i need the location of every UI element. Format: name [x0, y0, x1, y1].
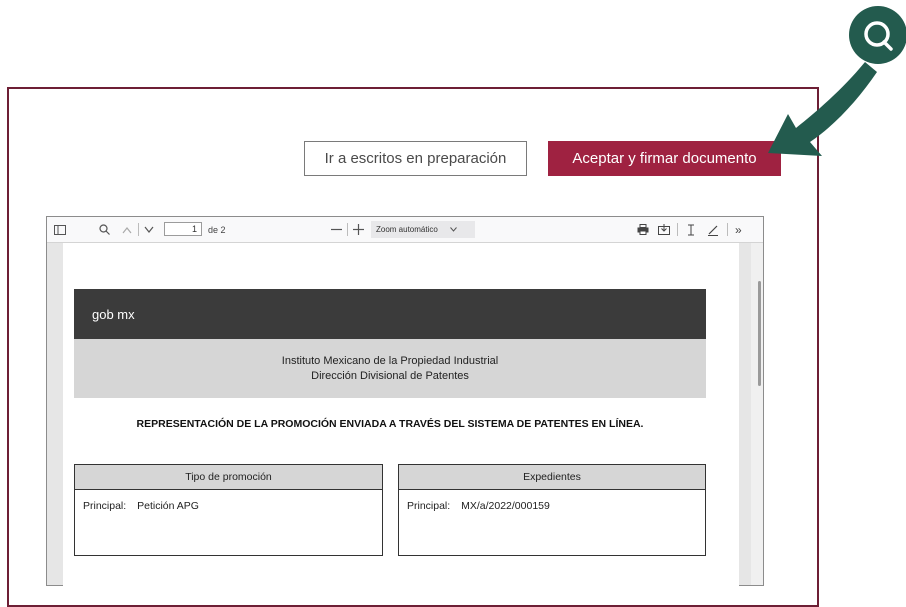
more-tools-icon[interactable]: » [735, 217, 742, 242]
files-row: Principal: MX/a/2022/000159 [399, 490, 705, 512]
gob-header: gob mx [74, 289, 706, 339]
sidebar-toggle-icon[interactable] [54, 217, 66, 242]
division-name: Dirección Divisional de Patentes [311, 369, 469, 382]
pdf-viewer: 1 de 2 Zoom automático » gob mx Institut… [46, 216, 764, 593]
zoom-out-icon[interactable] [331, 217, 342, 242]
promotion-type-table: Tipo de promoción Principal: Petición AP… [74, 464, 383, 556]
files-table: Expedientes Principal: MX/a/2022/000159 [398, 464, 706, 556]
page-number-input[interactable]: 1 [164, 222, 202, 236]
files-value: MX/a/2022/000159 [461, 500, 550, 512]
search-icon[interactable] [99, 217, 110, 242]
download-icon[interactable] [658, 217, 670, 242]
go-to-drafts-button[interactable]: Ir a escritos en preparación [304, 141, 527, 176]
promotion-type-value: Petición APG [137, 500, 199, 512]
files-header: Expedientes [399, 465, 705, 490]
annotation-arrow-icon [768, 6, 906, 156]
pdf-page: gob mx Instituto Mexicano de la Propieda… [63, 243, 739, 593]
scrollbar[interactable] [751, 243, 763, 585]
gob-mx-logo: gob mx [92, 307, 135, 322]
text-cursor-icon[interactable] [687, 217, 695, 242]
zoom-select[interactable]: Zoom automático [371, 221, 475, 238]
scrollbar-thumb[interactable] [758, 281, 761, 386]
zoom-in-icon[interactable] [353, 217, 364, 242]
draw-pen-icon[interactable] [707, 217, 719, 242]
institution-header: Instituto Mexicano de la Propiedad Indus… [74, 339, 706, 398]
chevron-down-icon [449, 225, 457, 234]
institute-name: Instituto Mexicano de la Propiedad Indus… [281, 354, 499, 367]
pdf-toolbar: 1 de 2 Zoom automático » [47, 217, 763, 243]
document-title: REPRESENTACIÓN DE LA PROMOCIÓN ENVIADA A… [136, 418, 644, 430]
promotion-type-row: Principal: Petición APG [75, 490, 382, 512]
promotion-type-label: Principal: [83, 500, 127, 512]
next-page-icon[interactable] [144, 217, 154, 242]
accept-and-sign-button[interactable]: Aceptar y firmar documento [548, 141, 781, 176]
files-label: Principal: [407, 500, 451, 512]
promotion-type-header: Tipo de promoción [75, 465, 382, 490]
previous-page-icon[interactable] [122, 217, 132, 242]
print-icon[interactable] [637, 217, 649, 242]
page-total: de 2 [208, 224, 226, 235]
zoom-select-label: Zoom automático [376, 225, 438, 234]
